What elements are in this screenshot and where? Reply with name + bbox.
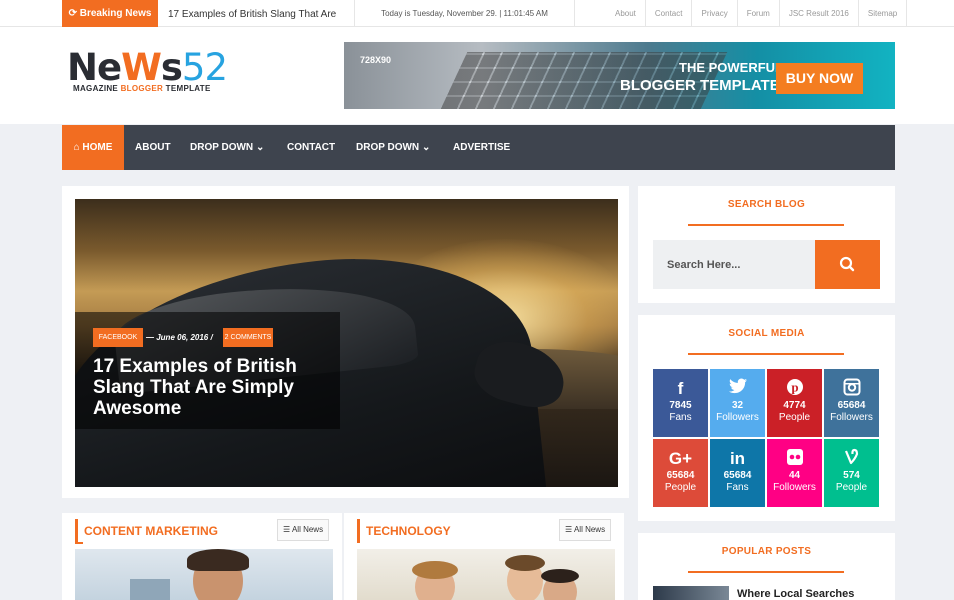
social-vine[interactable]: 574 People (824, 439, 879, 507)
banner-size-label: 728X90 (360, 55, 392, 65)
pinterest-icon: p (767, 378, 822, 400)
banner-headline: THE POWERFUL (679, 60, 783, 75)
date-time: Today is Tuesday, November 29. | 11:01:4… (354, 0, 575, 27)
breaking-news-label: ⟳ Breaking News (62, 0, 158, 27)
buy-now-button[interactable]: BUY NOW (776, 63, 863, 94)
category-title: TECHNOLOGY (357, 519, 451, 543)
search-button[interactable] (815, 240, 880, 289)
category-tag[interactable]: FACEBOOK (93, 328, 143, 347)
list-icon: ☰ (565, 525, 573, 534)
nav-contact[interactable]: CONTACT (287, 125, 335, 170)
vine-icon (824, 448, 879, 470)
nav-dropdown-1[interactable]: DROP DOWN ⌄ (190, 125, 264, 170)
social-instagram[interactable]: 65684 Followers (824, 369, 879, 437)
chevron-down-icon: ⌄ (421, 142, 431, 153)
logo-tagline: MAGAZINE BLOGGER TEMPLATE (73, 84, 211, 93)
widget-title: POPULAR POSTS (721, 546, 812, 557)
search-icon (839, 256, 855, 272)
svg-text:p: p (791, 380, 798, 395)
popular-post-title[interactable]: Where Local Searches (737, 588, 854, 600)
all-news-button[interactable]: ☰ All News (559, 519, 612, 541)
refresh-icon: ⟳ (68, 8, 77, 19)
social-flickr[interactable]: 44 Followers (767, 439, 822, 507)
social-facebook[interactable]: f 7845 Fans (653, 369, 708, 437)
nav-about[interactable]: ABOUT (135, 125, 171, 170)
nav-advertise[interactable]: ADVERTISE (453, 125, 510, 170)
top-links: About Contact Privacy Forum JSC Result 2… (606, 0, 908, 27)
category-title: CONTENT MARKETING (75, 519, 218, 543)
all-news-button[interactable]: ☰ All News (277, 519, 330, 541)
google-plus-icon: G+ (668, 449, 693, 468)
nav-dropdown-2[interactable]: DROP DOWN ⌄ (356, 125, 430, 170)
home-icon: ⌂ (73, 142, 80, 153)
list-icon: ☰ (283, 525, 291, 534)
top-link-forum[interactable]: Forum (738, 0, 780, 27)
flickr-icon (767, 448, 822, 470)
social-googleplus[interactable]: G+ 65684 People (653, 439, 708, 507)
nav-home[interactable]: ⌂ HOME (62, 125, 124, 170)
instagram-icon (824, 378, 879, 400)
top-link-sitemap[interactable]: Sitemap (859, 0, 908, 27)
popular-post-thumbnail[interactable] (653, 586, 729, 600)
chevron-down-icon: ⌄ (255, 142, 265, 153)
facebook-icon: f (677, 379, 684, 398)
widget-title: SEARCH BLOG (727, 199, 806, 210)
top-link-contact[interactable]: Contact (646, 0, 693, 27)
search-input[interactable] (653, 240, 816, 289)
twitter-icon (710, 378, 765, 400)
social-twitter[interactable]: 32 Followers (710, 369, 765, 437)
site-logo[interactable]: NeWs52 (67, 47, 228, 89)
category-image[interactable] (75, 549, 333, 600)
widget-title: SOCIAL MEDIA (728, 328, 805, 339)
linkedin-icon: in (729, 449, 746, 468)
breaking-news-headline[interactable]: 17 Examples of British Slang That Are (168, 0, 336, 27)
featured-title[interactable]: 17 Examples of British Slang That Are Si… (93, 356, 333, 419)
top-link-privacy[interactable]: Privacy (692, 0, 738, 27)
category-image[interactable] (357, 549, 615, 600)
top-link-jsc-result[interactable]: JSC Result 2016 (780, 0, 859, 27)
comments-tag[interactable]: 2 COMMENTS (223, 328, 273, 347)
banner-subheadline: BLOGGER TEMPLATE (620, 77, 780, 94)
social-linkedin[interactable]: in 65684 Fans (710, 439, 765, 507)
social-pinterest[interactable]: p 4774 People (767, 369, 822, 437)
post-date: — June 06, 2016 / (146, 333, 213, 342)
ad-banner[interactable]: 728X90 THE POWERFUL BLOGGER TEMPLATE BUY… (344, 42, 895, 109)
top-link-about[interactable]: About (606, 0, 646, 27)
